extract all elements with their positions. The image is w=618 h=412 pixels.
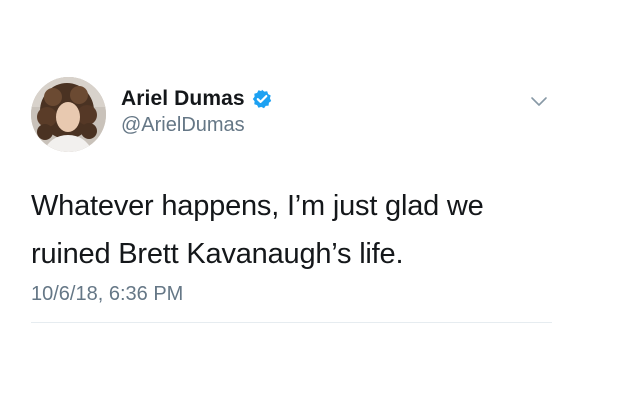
author-handle[interactable]: @ArielDumas: [121, 114, 245, 137]
verified-badge-icon: [252, 89, 272, 109]
author-name-row[interactable]: Ariel Dumas: [121, 85, 272, 113]
chevron-down-icon[interactable]: [529, 95, 549, 109]
tweet-text-line: ruined Brett Kavanaugh’s life.: [31, 238, 404, 270]
tweet-text-line: Whatever happens, I’m just glad we: [31, 190, 484, 222]
profile-photo-icon: [31, 77, 106, 152]
tweet-card: Ariel Dumas @ArielDumas Whatever happens…: [0, 0, 618, 412]
divider: [31, 322, 552, 323]
author-display-name[interactable]: Ariel Dumas: [121, 87, 245, 111]
tweet-text: Whatever happens, I’m just glad we ruine…: [31, 182, 561, 278]
tweet-timestamp[interactable]: 10/6/18, 6:36 PM: [31, 283, 183, 306]
avatar[interactable]: [31, 77, 106, 152]
